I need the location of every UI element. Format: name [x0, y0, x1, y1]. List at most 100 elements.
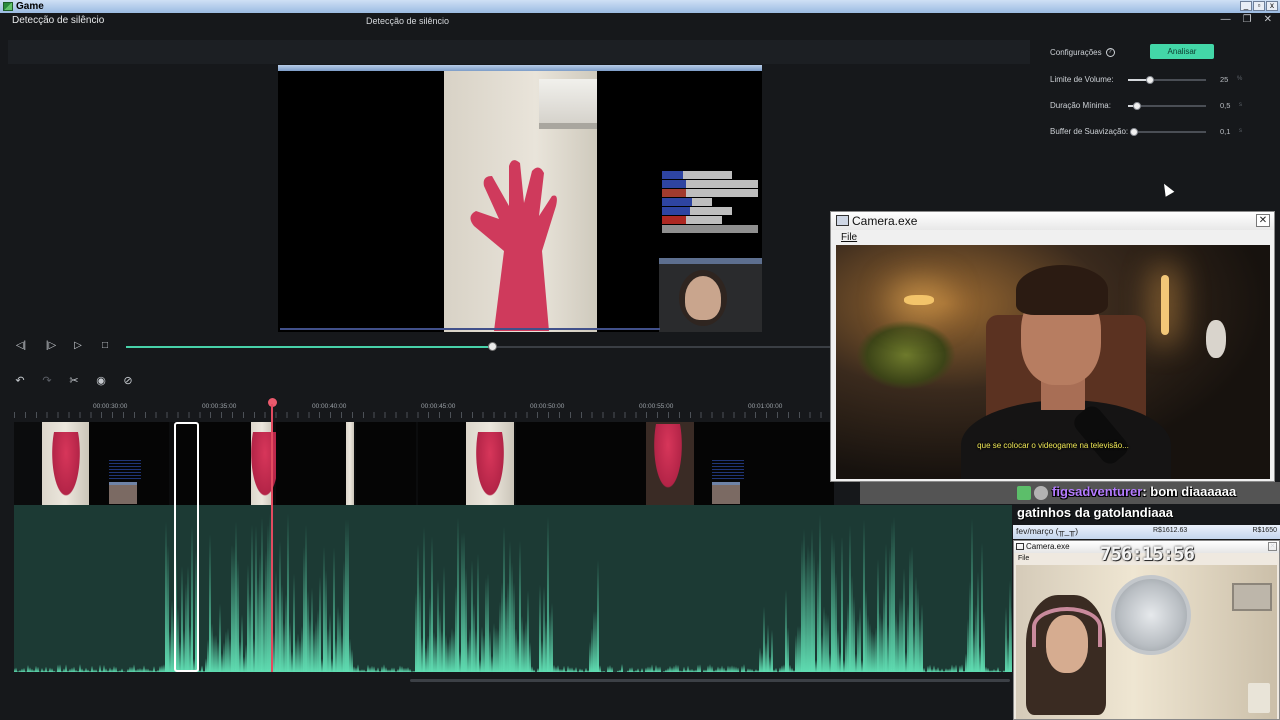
- eye-off-icon[interactable]: ⊘: [122, 374, 134, 388]
- stop-icon[interactable]: □: [98, 338, 112, 354]
- eye-icon[interactable]: ◉: [95, 374, 107, 388]
- min-duration-label: Duração Mínima:: [1050, 101, 1111, 110]
- slider-handle[interactable]: [1130, 128, 1139, 136]
- person-hair: [1016, 265, 1108, 315]
- cut-icon[interactable]: ✂: [68, 374, 80, 388]
- streamer-camera-close-button[interactable]: ✕: [1268, 542, 1277, 551]
- undo-icon[interactable]: ↶: [14, 374, 26, 388]
- track-thumbnail: [42, 422, 89, 505]
- maximize-button[interactable]: ❐: [1243, 14, 1252, 25]
- mini-cam-face: [685, 276, 721, 320]
- playback-controls: ◁| |▷ ▷ □: [14, 338, 844, 356]
- minimize-button[interactable]: —: [1221, 14, 1231, 25]
- ruler-label: 00:01:00:00: [748, 403, 783, 410]
- outer-titlebar: Game _ ▫ x: [0, 0, 1280, 13]
- video-preview[interactable]: [278, 65, 762, 332]
- help-icon[interactable]: ?: [1105, 48, 1115, 58]
- slider-handle[interactable]: [1145, 76, 1154, 84]
- ruler-label: 00:00:30:00: [93, 403, 128, 410]
- track-thumbnail: [694, 422, 764, 505]
- slider-handle[interactable]: [1133, 102, 1142, 110]
- goal-target: R$1650: [1252, 527, 1277, 534]
- camera-file-menu[interactable]: File: [841, 232, 857, 243]
- outer-minimize-button[interactable]: _: [1240, 1, 1252, 11]
- streamer-camera-file-menu[interactable]: File: [1018, 555, 1029, 562]
- plant-image: [856, 320, 956, 390]
- smoothing-buffer-value: 0,1: [1220, 127, 1231, 136]
- outer-close-button[interactable]: x: [1266, 1, 1278, 11]
- selected-segment[interactable]: [174, 422, 199, 672]
- tv-image: [1232, 583, 1272, 611]
- settings-panel: Configurações? Analisar Limite de Volume…: [1032, 38, 1280, 213]
- smoothing-buffer-slider[interactable]: [1130, 128, 1206, 136]
- outer-restore-button[interactable]: ▫: [1253, 1, 1265, 11]
- redo-icon[interactable]: ↷: [41, 374, 53, 388]
- timeline-scrollbar[interactable]: [410, 679, 1010, 682]
- track-thumbnail: [466, 422, 514, 505]
- camera-window[interactable]: Camera.exe ✕ File que se colocar o video…: [830, 211, 1275, 482]
- chat-message-continued: gatinhos da gatolandiaaa: [1017, 505, 1174, 520]
- min-duration-slider[interactable]: [1128, 102, 1206, 110]
- previous-frame-icon[interactable]: ◁|: [14, 338, 28, 354]
- goal-label: fev/março (╥_╥): [1016, 526, 1079, 536]
- subscriber-badge-icon: [1017, 485, 1031, 500]
- settings-header: Configurações?: [1050, 48, 1115, 58]
- next-frame-icon[interactable]: |▷: [44, 338, 58, 354]
- camera-window-titlebar[interactable]: Camera.exe ✕: [831, 212, 1274, 230]
- min-duration-value: 0,5: [1220, 101, 1231, 110]
- preview-topbar: [8, 40, 1030, 64]
- ruler-ticks: [14, 412, 832, 418]
- screen: Game _ ▫ x Detecção de silêncio Detecção…: [0, 0, 1280, 720]
- video-track[interactable]: [14, 422, 834, 505]
- window-controls: — ❐ ✕: [1221, 14, 1272, 25]
- camera-feed: que se colocar o videogame na televisão.…: [836, 245, 1270, 479]
- preview-clip-frame: [444, 71, 597, 332]
- analyze-button[interactable]: Analisar: [1150, 44, 1214, 59]
- chat-text: : bom diaaaaaa: [1142, 484, 1237, 499]
- user-badge-icon: [1034, 485, 1048, 500]
- game-app-icon: [3, 2, 13, 11]
- camera-icon: [836, 215, 849, 226]
- streamer-camera-feed: [1016, 565, 1277, 719]
- track-thumbnail: [89, 422, 169, 505]
- window-title: Detecção de silêncio: [366, 16, 450, 26]
- playback-progress-handle[interactable]: [488, 342, 498, 351]
- streamer-camera-window[interactable]: Camera.exe ✕ File 756:15:56: [1013, 540, 1280, 720]
- headphones-image: [1032, 607, 1102, 647]
- outer-window-controls: _ ▫ x: [1240, 1, 1278, 11]
- ruler-label: 00:00:35:00: [202, 403, 237, 410]
- camera-subtitle: que se colocar o videogame na televisão.…: [977, 441, 1129, 450]
- playhead[interactable]: [271, 404, 273, 672]
- track-thumbnail: [276, 422, 346, 505]
- timeline-ruler[interactable]: 00:00:30:00 00:00:35:00 00:00:40:00 00:0…: [14, 398, 832, 420]
- app-header: Detecção de silêncio Detecção de silênci…: [0, 13, 1280, 29]
- track-thumbnail: [646, 422, 694, 505]
- waveform-graphic: [14, 513, 1012, 672]
- playback-progress[interactable]: [126, 342, 844, 351]
- stream-chat-overlay: figsadventurer: bom diaaaaaa gatinhos da…: [1013, 482, 1280, 525]
- donation-goal-bar: fev/março (╥_╥) R$1612.63 R$1650: [1013, 525, 1280, 539]
- ruler-label: 00:00:55:00: [639, 403, 674, 410]
- outer-window-title: Game: [16, 1, 44, 12]
- glove-image: [470, 160, 557, 331]
- streamer-camera-title: Camera.exe: [1026, 542, 1070, 551]
- volume-threshold-slider[interactable]: [1128, 76, 1206, 84]
- stream-timer: 756:15:56: [1100, 543, 1195, 565]
- preview-scrub-bar: [280, 328, 660, 330]
- close-button[interactable]: ✕: [1264, 14, 1272, 25]
- playback-progress-fill: [126, 346, 493, 348]
- min-duration-unit: s: [1239, 102, 1242, 108]
- chat-message: figsadventurer: bom diaaaaaa: [1017, 484, 1236, 500]
- audio-waveform[interactable]: [14, 505, 1012, 672]
- play-icon[interactable]: ▷: [71, 338, 85, 354]
- track-thumbnail: [764, 422, 834, 505]
- volume-threshold-value: 25: [1220, 75, 1229, 84]
- volume-threshold-label: Limite de Volume:: [1050, 75, 1114, 84]
- track-thumbnail: [418, 422, 466, 505]
- camera-icon: [1016, 543, 1024, 550]
- cup-image: [1248, 683, 1270, 713]
- camera-close-button[interactable]: ✕: [1256, 214, 1270, 227]
- goal-current: R$1612.63: [1153, 527, 1188, 534]
- air-conditioner-image: [539, 79, 597, 129]
- wall-light-image: [1161, 275, 1169, 335]
